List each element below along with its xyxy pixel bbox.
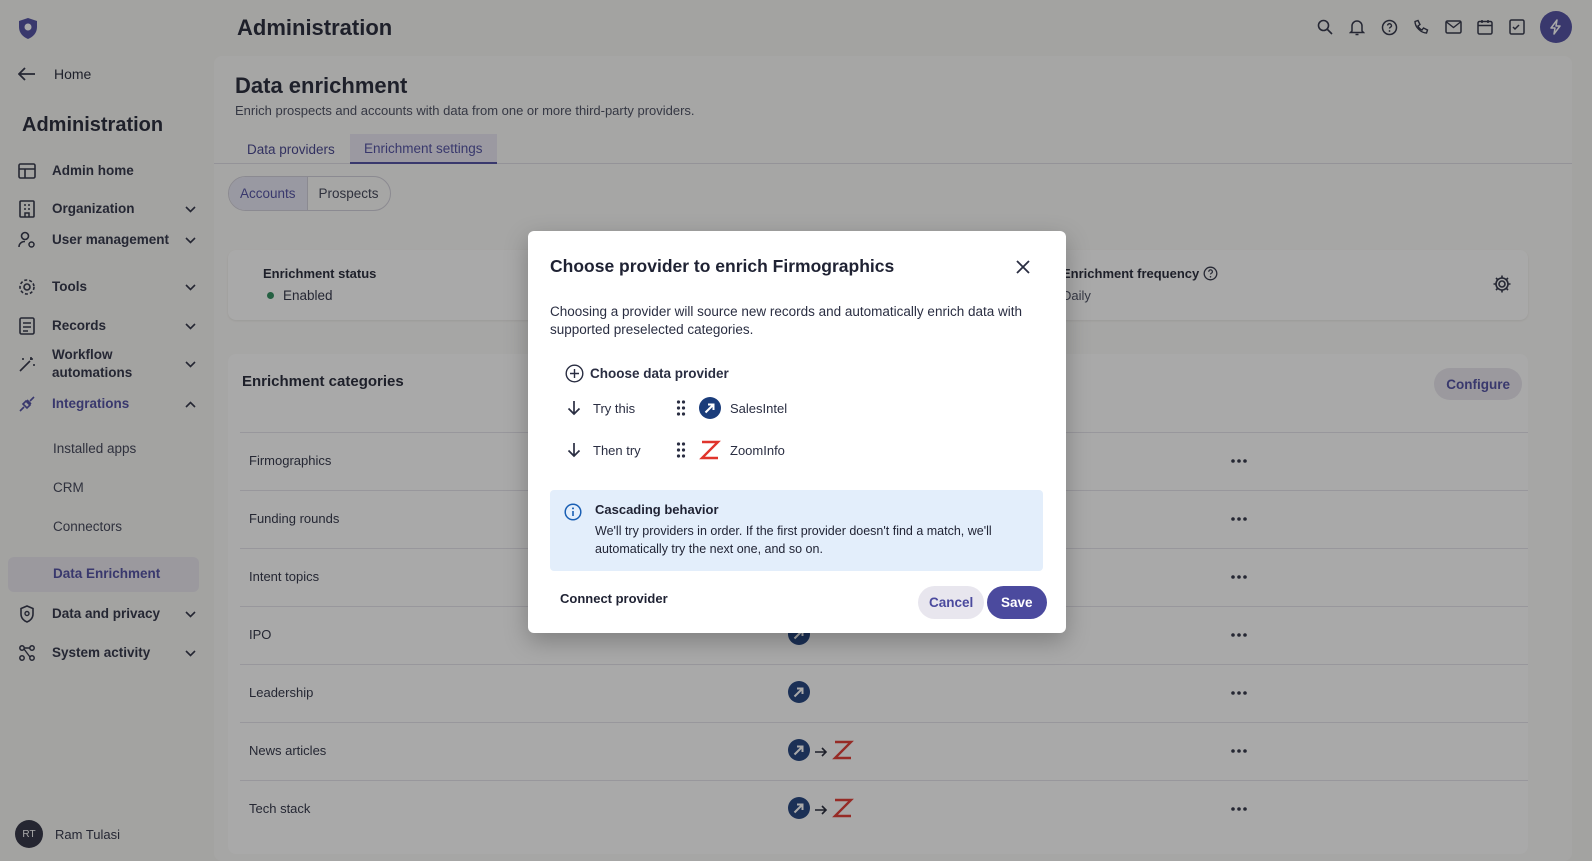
dialog-title: Choose provider to enrich Firmographics xyxy=(550,256,895,276)
zoominfo-logo-icon xyxy=(699,440,721,460)
app: Home Administration Admin home Organizat… xyxy=(0,0,1592,861)
arrow-down-icon xyxy=(567,443,581,458)
choose-data-provider-label: Choose data provider xyxy=(590,366,729,381)
plus-circle-icon xyxy=(565,364,584,383)
info-body: We'll try providers in order. If the fir… xyxy=(595,524,992,556)
close-icon[interactable] xyxy=(1014,258,1032,276)
salesintel-logo-icon xyxy=(699,397,721,419)
connect-provider-link[interactable]: Connect provider xyxy=(560,591,668,606)
cascading-info-banner: Cascading behavior We'll try providers i… xyxy=(550,490,1043,571)
provider-row[interactable]: Then try ZoomInfo xyxy=(565,439,785,461)
info-title: Cascading behavior xyxy=(595,502,719,517)
drag-handle-icon[interactable] xyxy=(675,441,687,459)
provider-name: ZoomInfo xyxy=(730,442,785,458)
dialog-description: Choosing a provider will source new reco… xyxy=(550,304,1022,337)
provider-name: SalesIntel xyxy=(730,400,788,416)
provider-row[interactable]: Try this SalesIntel xyxy=(565,397,787,419)
choose-provider-dialog: Choose provider to enrich Firmographics … xyxy=(528,231,1066,633)
choose-data-provider-button[interactable]: Choose data provider xyxy=(565,364,729,383)
provider-order-label: Try this xyxy=(593,400,636,416)
info-icon xyxy=(564,503,582,521)
provider-order-label: Then try xyxy=(593,442,641,458)
save-button[interactable]: Save xyxy=(987,586,1047,619)
cancel-button[interactable]: Cancel xyxy=(918,586,985,619)
arrow-down-icon xyxy=(567,401,581,416)
drag-handle-icon[interactable] xyxy=(675,399,687,417)
